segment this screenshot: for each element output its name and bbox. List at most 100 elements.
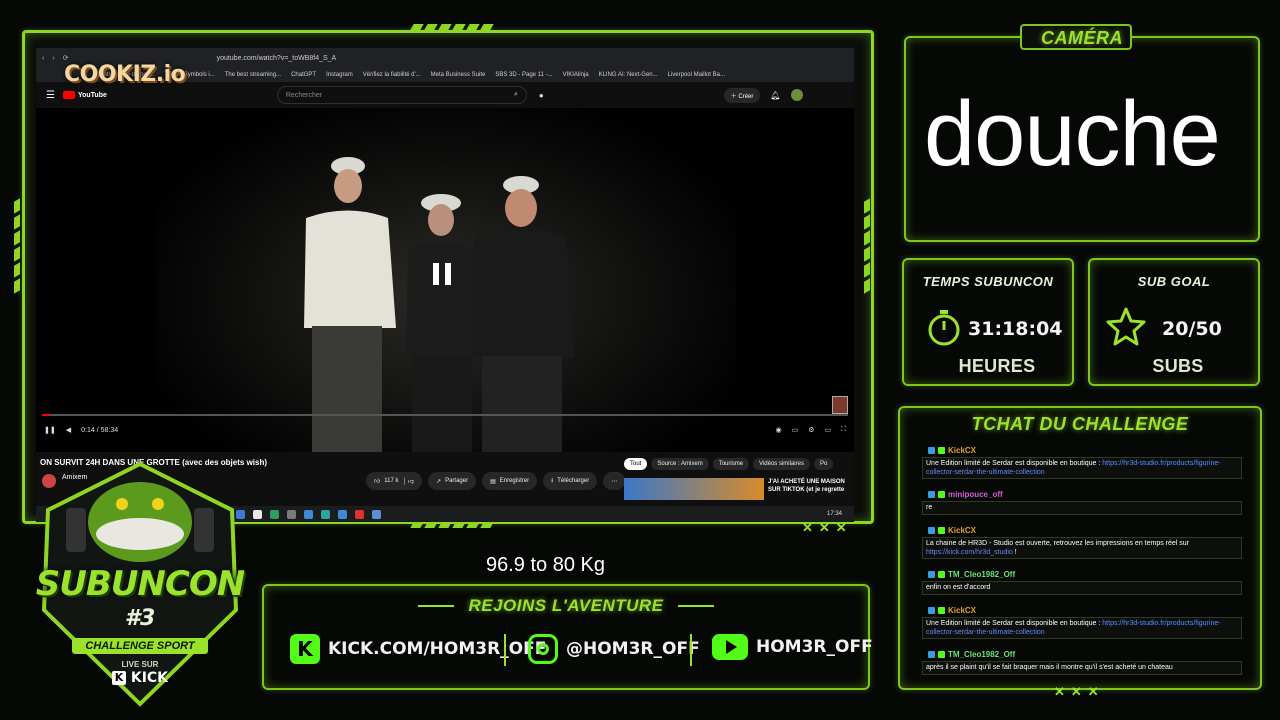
chat-username[interactable]: KickCX: [948, 526, 976, 535]
chat-username[interactable]: KickCX: [948, 606, 976, 615]
divider: [690, 634, 692, 666]
chat-username[interactable]: TM_Cleo1982_Off: [948, 650, 1015, 659]
chat-message-text: La chaine de HR3D - Studio est ouverte, …: [926, 540, 1190, 547]
filter-chip[interactable]: Po: [813, 458, 834, 470]
logo-kick: K KICK: [22, 670, 258, 686]
create-button[interactable]: ＋ Créer: [723, 87, 761, 103]
taskbar-app-icon[interactable]: [372, 509, 381, 519]
url-text[interactable]: youtube.com/watch?v=_toWB8f4_S_A: [217, 55, 337, 62]
search-icon[interactable]: ⌕: [514, 91, 518, 99]
chat-message-suffix: !: [1012, 549, 1017, 556]
suggested-title[interactable]: J'AI ACHETÉ UNE MAISON SUR TIKTOK (et je…: [768, 478, 848, 494]
stopwatch-icon: [926, 308, 962, 353]
bookmark-item[interactable]: Meta Business Suite: [431, 72, 486, 78]
chat-username-row: KickCX: [928, 606, 976, 615]
pause-icon[interactable]: ❚❚: [44, 426, 56, 434]
chat-username[interactable]: KickCX: [948, 446, 976, 455]
channel-thumbnail[interactable]: [832, 396, 848, 414]
fullscreen-icon[interactable]: ⛶: [841, 426, 846, 434]
youtube-icon: [712, 634, 748, 660]
subgoal-value: 20/50: [1162, 318, 1222, 340]
bookmark-item[interactable]: Vérifiez la fiabilité d'...: [363, 72, 421, 78]
bookmark-item[interactable]: VIKIAlinja: [563, 72, 589, 78]
back-icon[interactable]: ‹: [42, 55, 44, 62]
chat-username-row: KickCX: [928, 526, 976, 535]
volume-icon[interactable]: ◀︎: [66, 426, 71, 434]
camera-overlay-text: douche: [924, 83, 1221, 185]
video-progress-bar[interactable]: [42, 414, 848, 416]
filter-chip[interactable]: Tout: [624, 458, 648, 470]
logo-title: SUBUNCON: [35, 564, 245, 604]
badge-icon: [928, 527, 935, 534]
kick-icon: K: [290, 634, 320, 664]
reload-icon[interactable]: ⟳: [63, 54, 69, 62]
badge-icon: [928, 651, 935, 658]
forward-icon[interactable]: ›: [52, 55, 54, 62]
badge-icon: [928, 491, 935, 498]
chat-message: Une Edition limité de Serdar est disponi…: [922, 457, 1242, 479]
logo-live-on: LIVE SUR: [121, 660, 159, 669]
subgoal-unit: SUBS: [1152, 356, 1204, 376]
stream-overlay: ✕✕✕ ‹ › ⟳ youtube.com/watch?v=_toWB8f4_S…: [0, 0, 1280, 720]
autoplay-toggle[interactable]: ◉: [775, 426, 781, 434]
instagram-link[interactable]: @HOM3R_OFF: [528, 634, 700, 664]
theater-icon[interactable]: ▭: [824, 426, 831, 434]
taskbar-app-icon[interactable]: [338, 509, 347, 519]
bell-icon[interactable]: 🔔︎: [770, 91, 780, 100]
chat-message: re: [922, 501, 1242, 515]
avatar[interactable]: [790, 89, 803, 101]
chat-message-text: enfin on est d'accord: [926, 584, 991, 591]
subtitles-icon[interactable]: ▭: [792, 426, 799, 434]
download-button[interactable]: ⭳ Télécharger: [543, 472, 598, 490]
x-marks-deco: ✕✕✕: [802, 520, 853, 535]
more-button[interactable]: ⋯: [603, 472, 626, 490]
filter-chip[interactable]: Tourisme: [712, 458, 750, 470]
taskbar-app-icon[interactable]: [355, 509, 364, 519]
share-button[interactable]: ↗ Partager: [428, 472, 477, 490]
menu-icon[interactable]: ☰: [46, 90, 55, 101]
chat-message-text: Une Edition limité de Serdar est disponi…: [926, 460, 1103, 467]
youtube-logo[interactable]: YouTube: [62, 91, 107, 99]
badge-icon: [928, 447, 935, 454]
like-button[interactable]: 👍︎ 117 k │ 👎︎: [366, 472, 423, 490]
kick-mark-icon: K: [111, 671, 126, 685]
chat-username-row: TM_Cleo1982_Off: [928, 570, 1015, 579]
video-player[interactable]: [36, 108, 854, 452]
taskbar-app-icon[interactable]: [270, 509, 279, 519]
bookmark-item[interactable]: Liverpool Maillot Ba...: [668, 72, 725, 78]
chat-username[interactable]: TM_Cleo1982_Off: [948, 570, 1015, 579]
suggested-thumbnail[interactable]: [624, 478, 764, 500]
bookmark-item[interactable]: KLING AI: Next-Gen...: [599, 72, 658, 78]
taskbar-clock: 17:34: [826, 511, 842, 517]
filter-chip[interactable]: Vidéos similaires: [753, 458, 810, 470]
chat-message: enfin on est d'accord: [922, 581, 1242, 595]
subgoal-title: SUB GOAL: [1137, 274, 1211, 289]
join-title-row: REJOINS L'AVENTURE: [262, 596, 870, 616]
filter-chip[interactable]: Source : Amixem: [651, 458, 709, 470]
chat-message-text: re: [926, 504, 933, 511]
divider: [677, 605, 714, 607]
bookmark-item[interactable]: SBS 3D - Page 11 -...: [495, 72, 552, 78]
bookmark-item[interactable]: ChatGPT: [291, 72, 316, 78]
chat-title: TCHAT DU CHALLENGE: [971, 414, 1189, 434]
instagram-icon: [528, 634, 558, 664]
save-button[interactable]: ▤ Enregistrer: [482, 472, 538, 490]
chat-username[interactable]: minipouce_off: [948, 490, 1003, 499]
video-controls: ❚❚ ◀︎ 0:14 / 58:34 ◉ ▭ ⚙ ▭ ⛶: [36, 420, 854, 440]
taskbar-app-icon[interactable]: [287, 509, 296, 519]
bookmark-item[interactable]: The best streaming...: [225, 72, 281, 78]
kick-link[interactable]: K KICK.COM/HOM3R_OFF: [290, 634, 546, 664]
youtube-link[interactable]: HOM3R_OFF: [712, 634, 873, 660]
bookmark-item[interactable]: Instagram: [326, 72, 353, 78]
search-input[interactable]: Rechercher ⌕: [276, 86, 527, 104]
taskbar-app-icon[interactable]: [321, 509, 330, 519]
chat-link[interactable]: https://kick.com/hr3d_studio: [926, 549, 1013, 556]
settings-icon[interactable]: ⚙: [808, 426, 814, 434]
timer-value: 31:18:04: [968, 318, 1063, 340]
mic-icon[interactable]: ●: [539, 91, 544, 100]
chat-username-row: minipouce_off: [928, 490, 1003, 499]
chat-message-text: Une Edition limité de Serdar est disponi…: [926, 620, 1103, 627]
taskbar-app-icon[interactable]: [304, 509, 313, 519]
badge-icon: [938, 447, 945, 454]
chat-message-text: après il se plaint qu'il se fait braquer…: [926, 664, 1173, 671]
